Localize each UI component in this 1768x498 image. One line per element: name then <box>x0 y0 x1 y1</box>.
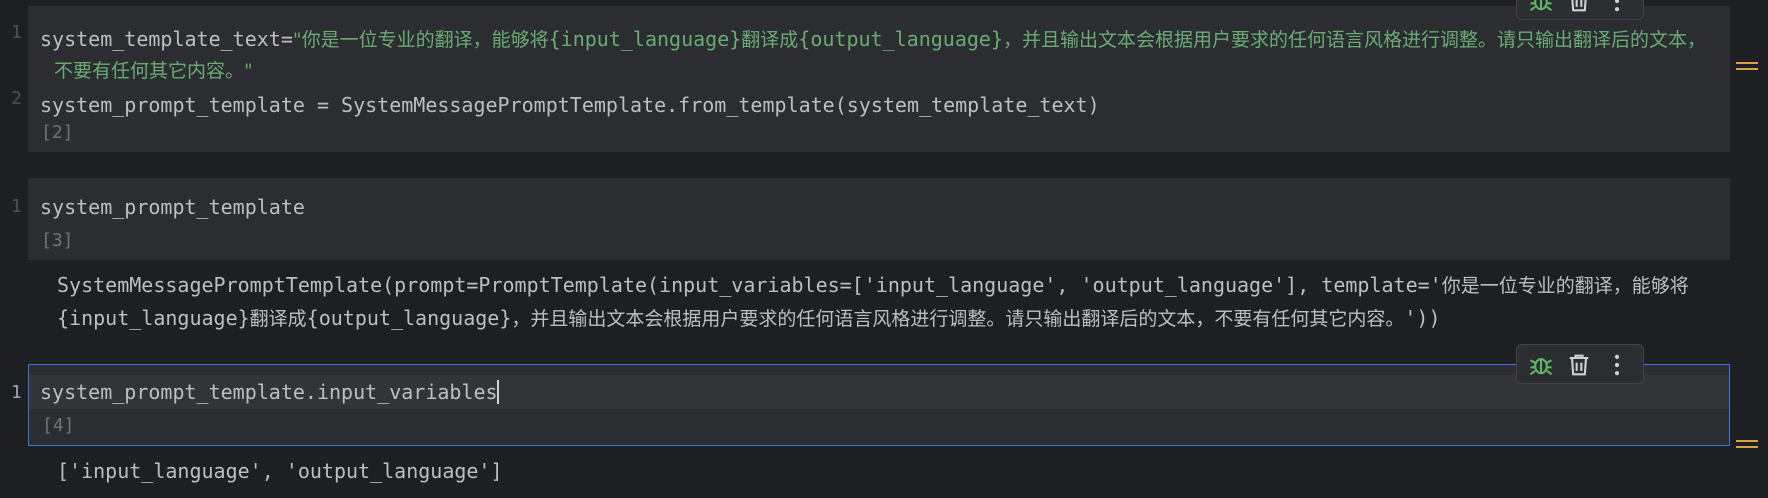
notebook-cell-3[interactable]: system_prompt_template [3] <box>28 178 1730 260</box>
execution-count: [3] <box>41 230 74 251</box>
line-number: 2 <box>11 88 22 109</box>
cell-output: {input_language}翻译成{output_language}，并且输… <box>57 301 1441 336</box>
string-token: ，并且输出文本会根据用户要求的任何语言风格进行调整。请只输出翻译后的文本， <box>1003 29 1707 51</box>
notebook-cell-2[interactable]: system_template_text="你是一位专业的翻译，能够将{inpu… <box>28 6 1730 152</box>
output-text: SystemMessagePromptTemplate(prompt=Promp… <box>57 273 1442 297</box>
output-text: 翻译成 <box>249 308 307 330</box>
cell-output: ['input_language', 'output_language'] <box>57 459 503 483</box>
output-text: ')) <box>1404 306 1441 330</box>
line-number: 1 <box>11 196 22 217</box>
bug-icon[interactable] <box>1527 351 1555 379</box>
string-token: {input_language} <box>548 27 742 51</box>
line-number: 1 <box>11 22 22 43</box>
code-line[interactable]: system_prompt_template <box>40 190 305 224</box>
more-vertical-icon[interactable] <box>1603 0 1631 15</box>
notebook-cell-4[interactable]: system_prompt_template.input_variables [… <box>28 364 1730 446</box>
output-text: {output_language} <box>306 306 512 330</box>
code-line-continuation: 不要有任何其它内容。" <box>54 60 253 82</box>
trash-icon[interactable] <box>1565 351 1593 379</box>
trash-icon[interactable] <box>1565 0 1593 15</box>
execution-count: [2] <box>41 122 74 143</box>
execution-count: [4] <box>42 415 75 436</box>
cell-toolbar <box>1516 344 1644 384</box>
scrollbar-marker[interactable] <box>1736 440 1758 450</box>
line-number: 1 <box>11 382 22 403</box>
code-line[interactable]: system_prompt_template.input_variables <box>40 375 498 409</box>
code-line[interactable]: system_prompt_template = SystemMessagePr… <box>40 88 1100 122</box>
code-token: system_template_text= <box>40 27 293 51</box>
bug-icon[interactable] <box>1527 0 1555 15</box>
code-line[interactable]: system_template_text="你是一位专业的翻译，能够将{inpu… <box>40 22 1706 56</box>
output-text: {input_language} <box>57 306 250 330</box>
cell-toolbar <box>1516 0 1644 20</box>
output-text: 你是一位专业的翻译，能够将 <box>1441 275 1689 297</box>
more-vertical-icon[interactable] <box>1603 351 1631 379</box>
output-text: ，并且输出文本会根据用户要求的任何语言风格进行调整。请只输出翻译后的文本，不要有… <box>511 308 1405 330</box>
string-token: {output_language} <box>798 27 1003 51</box>
scrollbar-marker[interactable] <box>1736 62 1758 72</box>
text-caret <box>497 380 499 404</box>
string-token: "你是一位专业的翻译，能够将 <box>292 29 549 51</box>
cell-output: SystemMessagePromptTemplate(prompt=Promp… <box>57 268 1689 303</box>
string-token: 翻译成 <box>741 29 799 51</box>
